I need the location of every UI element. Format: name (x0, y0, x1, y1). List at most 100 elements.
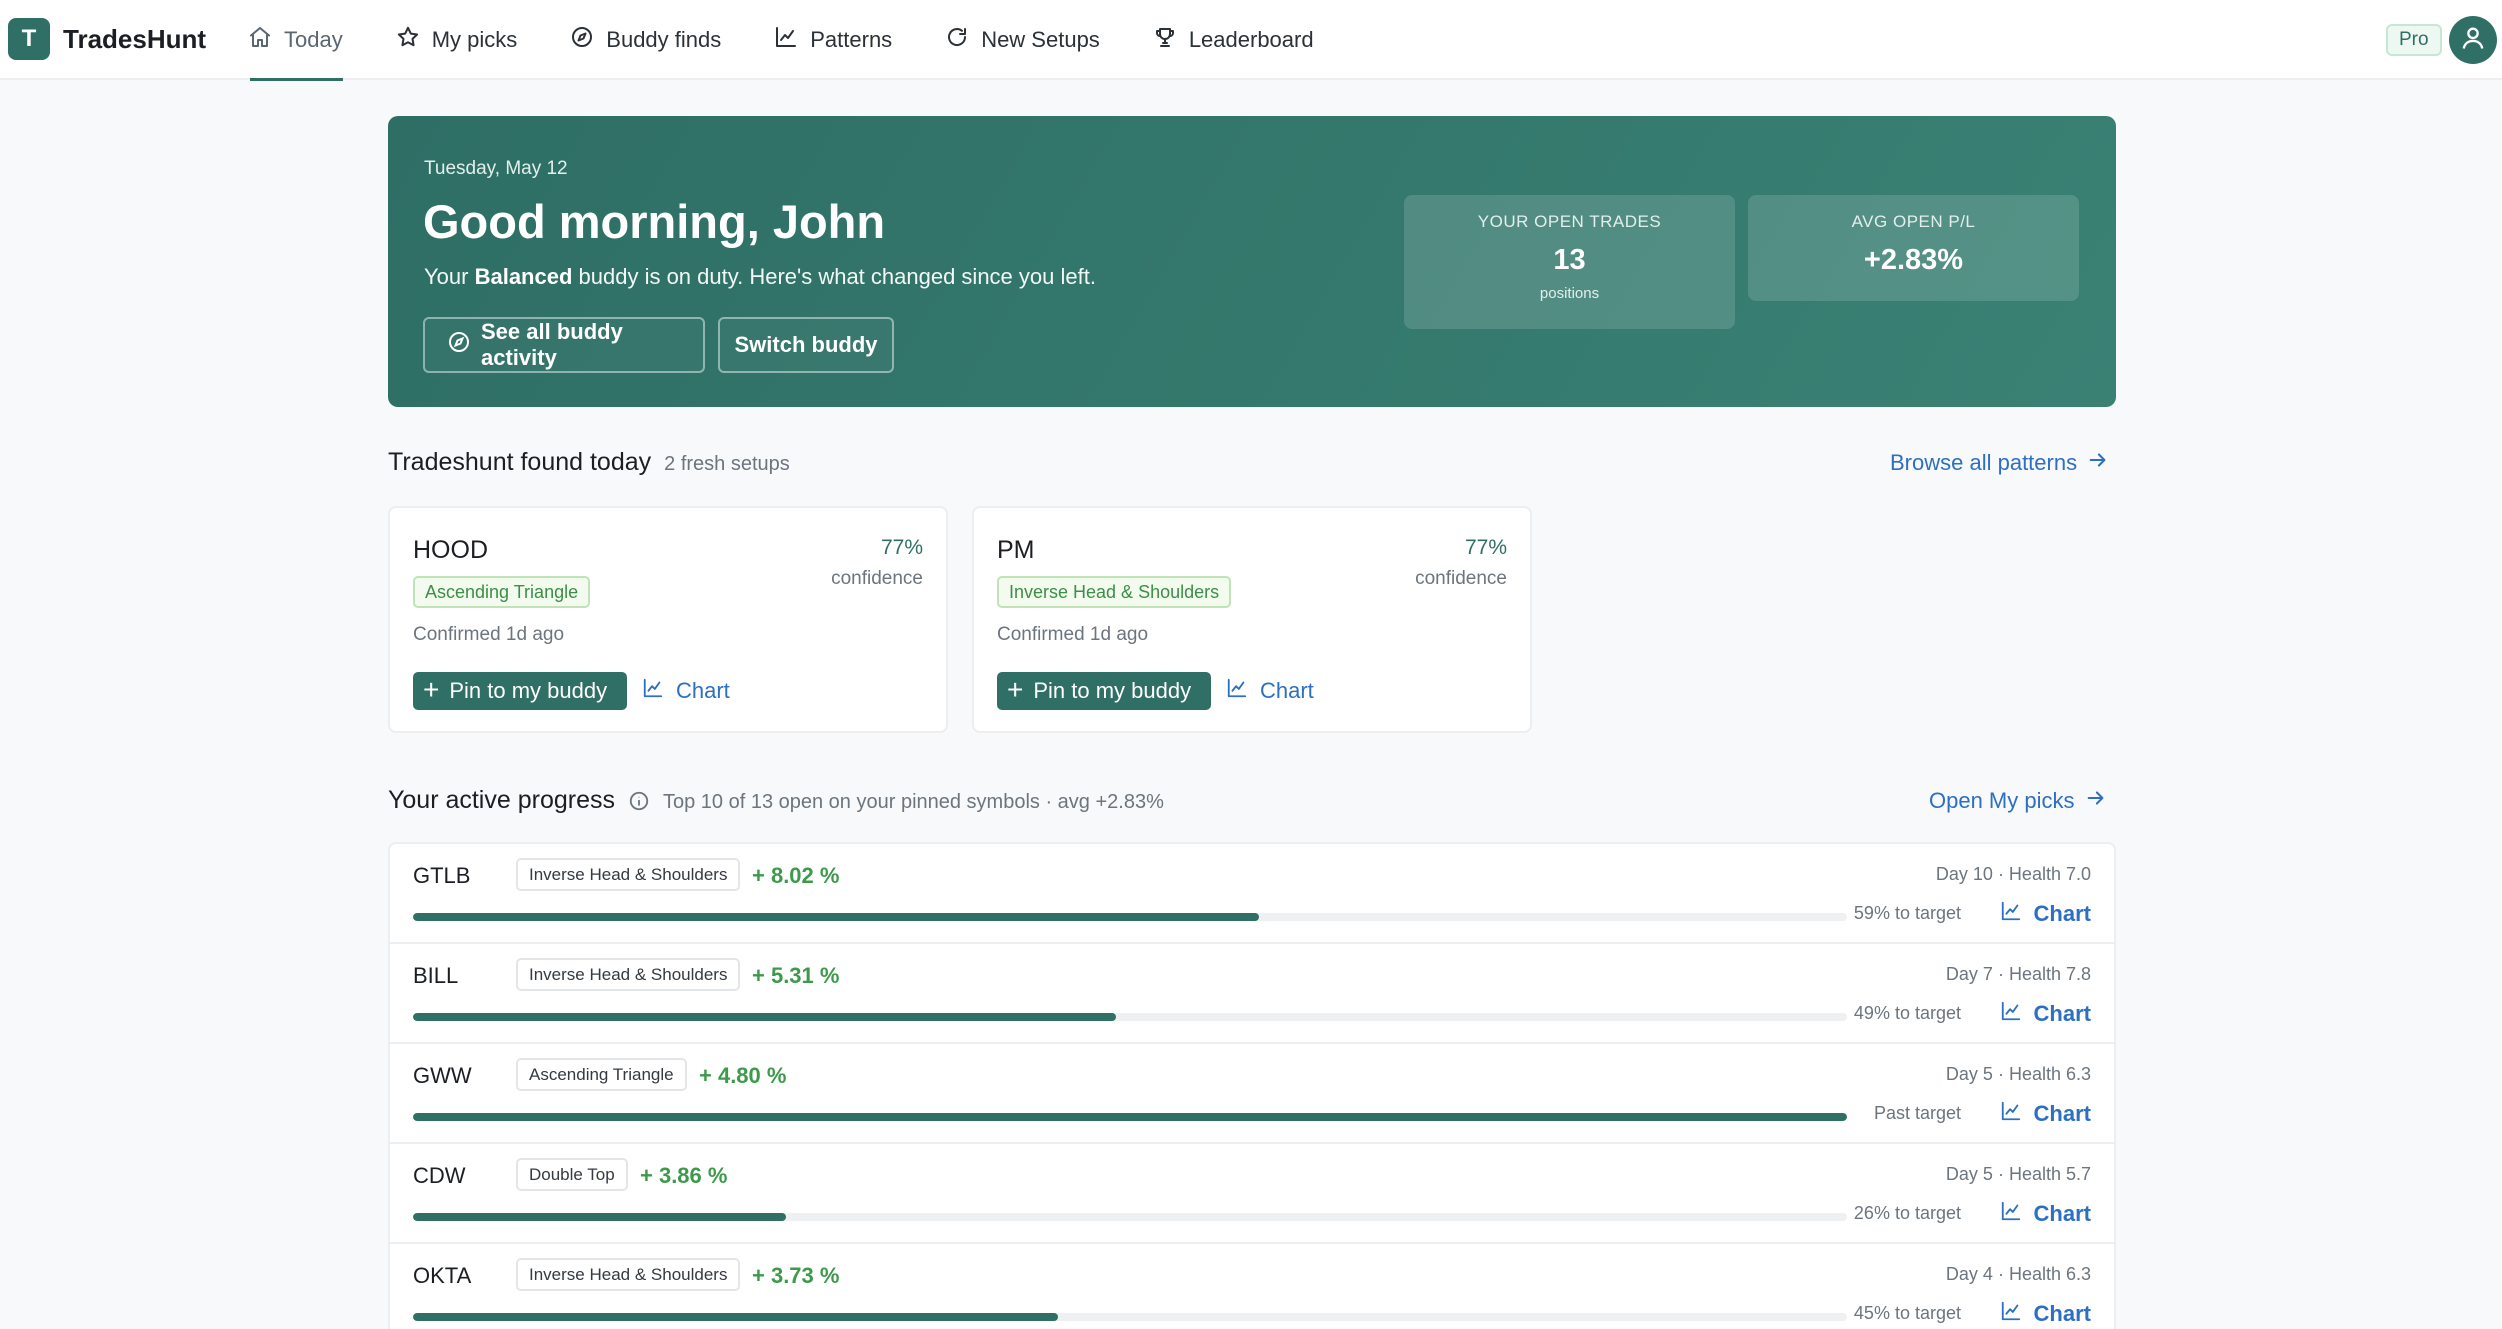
progress-track (413, 1213, 1847, 1221)
link-label: Chart (1260, 678, 1314, 703)
greeting-title: Good morning, John (423, 195, 886, 248)
symbol: CDW (413, 1163, 466, 1188)
logo: T (8, 18, 50, 60)
nav-buddy-finds[interactable]: Buddy finds (570, 0, 721, 80)
section-meta: 2 fresh setups (664, 453, 790, 475)
nav-label: Today (284, 27, 343, 52)
info-icon[interactable] (628, 790, 650, 812)
link-label: Chart (2033, 901, 2091, 926)
pattern-badge: Ascending Triangle (413, 576, 591, 608)
symbol: HOOD (413, 536, 488, 564)
progress-fill (413, 1313, 1059, 1321)
progress-track (413, 913, 1847, 921)
chart-link[interactable]: Chart (2000, 1000, 2091, 1028)
pattern-badge: Inverse Head & Shoulders (516, 1258, 741, 1291)
pattern-badge: Inverse Head & Shoulders (516, 958, 741, 991)
chart-link[interactable]: Chart (2000, 1200, 2091, 1228)
symbol: GTLB (413, 863, 471, 888)
link-label: Browse all patterns (1890, 450, 2078, 475)
confirmed-time: Confirmed 1d ago (997, 624, 1149, 645)
stat-value: 13 (1553, 244, 1586, 276)
chart-link[interactable]: Chart (2000, 1100, 2091, 1128)
link-label: Chart (2033, 1201, 2091, 1226)
arrow-right-icon (2085, 787, 2107, 815)
refresh-icon (945, 25, 969, 55)
link-label: Open My picks (1929, 788, 2075, 813)
nav-new-setups[interactable]: New Setups (945, 0, 1100, 80)
line-chart-icon (2000, 1000, 2022, 1028)
target-status: 49% to target (1853, 1003, 1961, 1023)
section-meta: Top 10 of 13 open on your pinned symbols… (662, 791, 1164, 813)
open-trades-stat: YOUR OPEN TRADES 13 positions (1404, 195, 1735, 329)
active-progress-list: GTLB Inverse Head & Shoulders + 8.02 % Day … (388, 842, 2116, 1329)
button-label: Pin to my buddy (1033, 678, 1192, 703)
plan-badge[interactable]: Pro (2386, 24, 2442, 56)
confidence-label: confidence (831, 568, 923, 589)
progress-row[interactable]: CDW Double Top + 3.86 % Day 5 · Health 5.7 2… (390, 1144, 2114, 1244)
day-health: Day 4 · Health 6.3 (1945, 1264, 2091, 1284)
progress-track (413, 1113, 1847, 1121)
nav-label: My picks (431, 27, 518, 52)
top-navigation-bar: T TradesHunt Today My picks Buddy finds (0, 0, 2502, 81)
confidence-value: 77% (1464, 536, 1507, 559)
line-chart-icon (2000, 900, 2022, 928)
stat-value: +2.83% (1863, 244, 1964, 276)
open-my-picks-link[interactable]: Open My picks (1929, 787, 2107, 815)
link-label: Chart (676, 678, 730, 703)
gain-value: + 8.02 % (752, 863, 840, 888)
pattern-badge: Inverse Head & Shoulders (516, 858, 741, 891)
target-status: 59% to target (1853, 903, 1961, 923)
avg-pl-stat: AVG OPEN P/L +2.83% (1748, 195, 2079, 301)
pattern-badge: Double Top (516, 1158, 628, 1191)
see-buddy-activity-button[interactable]: See all buddy activity (423, 317, 705, 373)
day-health: Day 5 · Health 6.3 (1945, 1064, 2091, 1084)
progress-row[interactable]: GTLB Inverse Head & Shoulders + 8.02 % Day … (390, 844, 2114, 944)
button-label: Pin to my buddy (449, 678, 608, 703)
symbol: BILL (413, 963, 459, 988)
chart-link[interactable]: Chart (2000, 1300, 2091, 1328)
pin-to-buddy-button[interactable]: + Pin to my buddy (997, 672, 1211, 710)
symbol: OKTA (413, 1263, 472, 1288)
line-chart-icon (642, 677, 664, 705)
chart-link[interactable]: Chart (1226, 672, 1314, 710)
progress-row[interactable]: BILL Inverse Head & Shoulders + 5.31 % Day … (390, 944, 2114, 1044)
app-name: TradesHunt (63, 23, 207, 54)
gain-value: + 3.86 % (640, 1163, 728, 1188)
brand[interactable]: T TradesHunt (8, 18, 206, 60)
switch-buddy-button[interactable]: Switch buddy (718, 317, 894, 373)
link-label: Chart (2033, 1101, 2091, 1126)
pattern-badge: Inverse Head & Shoulders (997, 576, 1232, 608)
greeting-subtitle: Your Balanced buddy is on duty. Here's w… (424, 264, 1096, 290)
nav-label: New Setups (981, 27, 1100, 52)
subtitle-text: buddy is on duty. Here's what changed si… (572, 264, 1096, 289)
plus-icon: + (423, 673, 440, 705)
chart-link[interactable]: Chart (642, 672, 730, 710)
nav-my-picks[interactable]: My picks (396, 0, 518, 80)
button-label: Switch buddy (734, 332, 878, 357)
avatar[interactable] (2449, 16, 2497, 64)
current-date: Tuesday, May 12 (424, 158, 568, 179)
progress-row[interactable]: GWW Ascending Triangle + 4.80 % Day 5 · Hea… (390, 1044, 2114, 1144)
nav-label: Patterns (810, 27, 893, 52)
star-icon (396, 25, 420, 55)
progress-fill (413, 1013, 1116, 1021)
symbol: PM (997, 536, 1035, 564)
nav-leaderboard[interactable]: Leaderboard (1153, 0, 1314, 80)
setup-card[interactable]: PM 77% confidence Inverse Head & Shoulde… (972, 506, 1532, 733)
browse-patterns-link[interactable]: Browse all patterns (1890, 449, 2109, 477)
chart-link[interactable]: Chart (2000, 900, 2091, 928)
nav-today[interactable]: Today (248, 0, 343, 81)
arrow-right-icon (2087, 449, 2109, 477)
pin-to-buddy-button[interactable]: + Pin to my buddy (413, 672, 627, 710)
nav-patterns[interactable]: Patterns (774, 0, 892, 80)
stat-label: AVG OPEN P/L (1851, 212, 1976, 231)
confidence: 77% confidence (1415, 536, 1507, 590)
day-health: Day 10 · Health 7.0 (1935, 864, 2091, 884)
setup-card[interactable]: HOOD 77% confidence Ascending Triangle C… (388, 506, 948, 733)
progress-fill (413, 913, 1260, 921)
button-label: See all buddy activity (481, 319, 623, 370)
line-chart-icon (774, 25, 798, 55)
target-status: 45% to target (1853, 1303, 1961, 1323)
progress-row[interactable]: OKTA Inverse Head & Shoulders + 3.73 % Day … (390, 1244, 2114, 1329)
day-health: Day 7 · Health 7.8 (1945, 964, 2091, 984)
